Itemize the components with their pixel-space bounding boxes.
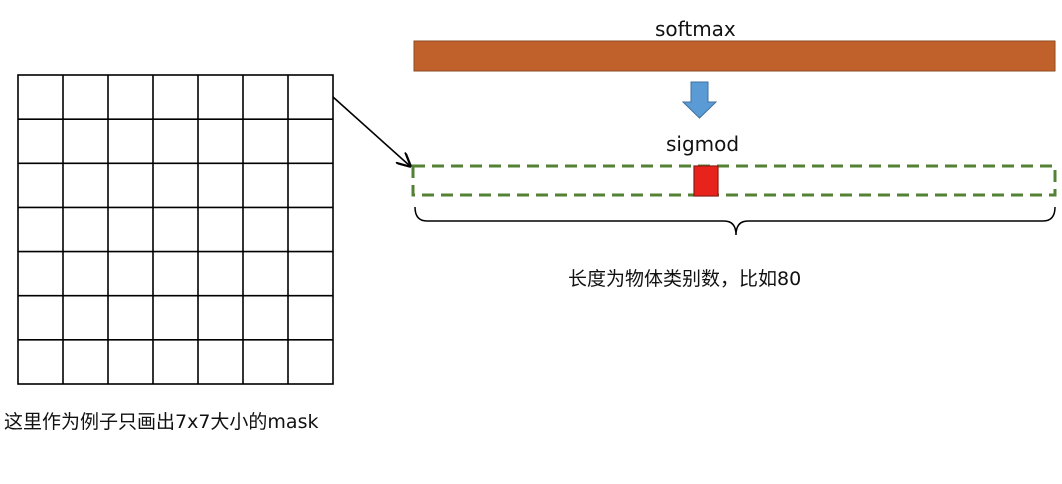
- length-brace: [414, 206, 1056, 236]
- mask-grid-border: [17, 74, 334, 385]
- down-arrow: [681, 81, 718, 119]
- mask-to-vector-arrow: [332, 96, 410, 166]
- mask-grid: [17, 74, 334, 385]
- diagram-canvas: softmax sigmod 长度为物体类别数，比如80 这里作为例子只画出7x…: [0, 0, 1062, 484]
- softmax-label: softmax: [655, 17, 736, 41]
- sigmoid-vector-box: [411, 164, 1057, 197]
- sigmoid-label: sigmod: [666, 132, 740, 156]
- mask-caption: 这里作为例子只画出7x7大小的mask: [4, 411, 319, 433]
- softmax-bar: [413, 40, 1056, 72]
- highlighted-class-cell: [693, 165, 719, 197]
- class-length-label: 长度为物体类别数，比如80: [568, 268, 802, 290]
